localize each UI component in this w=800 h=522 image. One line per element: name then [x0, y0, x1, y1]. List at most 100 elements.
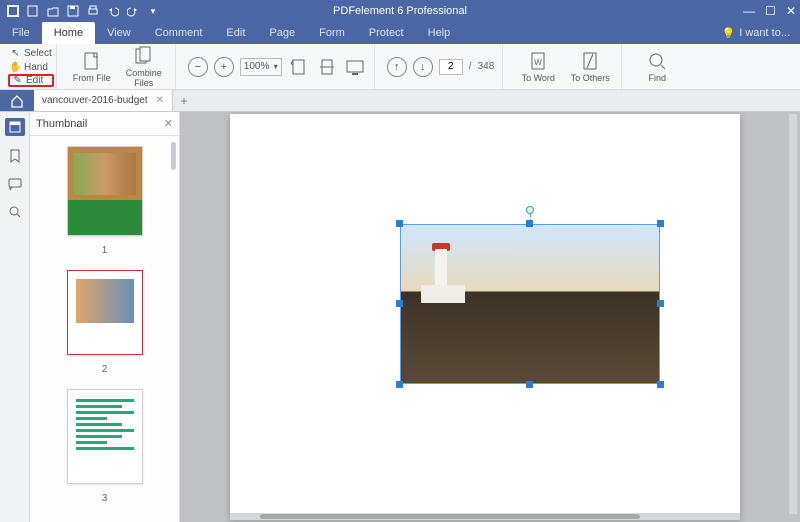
- hand-mode[interactable]: ✋Hand: [10, 61, 52, 74]
- to-word-label: To Word: [522, 73, 555, 83]
- thumbnails-rail-icon[interactable]: [5, 118, 25, 136]
- from-file-button[interactable]: From File: [69, 44, 115, 89]
- vertical-scrollbar[interactable]: [789, 114, 797, 514]
- canvas[interactable]: [180, 112, 800, 522]
- zoom-value: 100%: [244, 61, 270, 72]
- rotate-handle[interactable]: [526, 206, 534, 214]
- prev-page-button[interactable]: ↑: [387, 57, 407, 77]
- i-want-to[interactable]: 💡 I want to...: [712, 27, 800, 40]
- thumbnail-page-2[interactable]: [67, 270, 143, 355]
- h-scroll-thumb[interactable]: [260, 514, 640, 519]
- add-tab-button[interactable]: +: [173, 90, 195, 111]
- menu-help[interactable]: Help: [416, 22, 463, 44]
- next-page-button[interactable]: ↓: [413, 57, 433, 77]
- maximize-button[interactable]: ☐: [765, 4, 776, 18]
- save-icon[interactable]: [66, 4, 80, 18]
- to-others-label: To Others: [571, 73, 610, 83]
- minimize-button[interactable]: —: [743, 4, 755, 18]
- resize-handle-b[interactable]: [526, 381, 533, 388]
- menu-home[interactable]: Home: [42, 22, 95, 44]
- combine-files-button[interactable]: Combine Files: [121, 44, 167, 89]
- page-view[interactable]: [230, 114, 740, 519]
- page-number-input[interactable]: [439, 59, 463, 75]
- combine-label: Combine Files: [126, 68, 162, 88]
- i-want-to-label: I want to...: [739, 27, 790, 39]
- select-label: Select: [24, 48, 52, 59]
- menu-edit[interactable]: Edit: [214, 22, 257, 44]
- app-title: PDFelement 6 Professional: [333, 5, 467, 17]
- svg-text:W: W: [534, 58, 542, 67]
- from-file-icon: [82, 51, 102, 71]
- doc-tab-bar: vancouver-2016-budget ✕ +: [0, 90, 800, 112]
- zoom-out-button[interactable]: −: [188, 57, 208, 77]
- app-logo-icon: [6, 4, 20, 18]
- chevron-down-icon: ▾: [274, 62, 278, 71]
- resize-handle-t[interactable]: [526, 220, 533, 227]
- home-tab[interactable]: [0, 90, 34, 111]
- bookmarks-rail-icon[interactable]: [7, 148, 23, 164]
- main-area: Thumbnail ✕ 1 2 3: [0, 112, 800, 522]
- bulb-icon: 💡: [722, 27, 736, 40]
- cursor-icon: ↖: [10, 48, 21, 59]
- thumbnail-page-3[interactable]: [67, 389, 143, 484]
- thumbnail-panel-title: Thumbnail: [36, 118, 87, 130]
- to-others-button[interactable]: To Others: [567, 44, 613, 89]
- horizontal-scrollbar[interactable]: [230, 513, 740, 520]
- select-mode[interactable]: ↖Select: [10, 47, 52, 60]
- menu-page[interactable]: Page: [257, 22, 307, 44]
- close-panel-icon[interactable]: ✕: [164, 117, 173, 130]
- to-word-button[interactable]: W To Word: [515, 44, 561, 89]
- thumbnail-panel-header: Thumbnail ✕: [30, 112, 179, 136]
- combine-icon: [134, 46, 154, 66]
- hand-label: Hand: [24, 62, 48, 73]
- zoom-in-button[interactable]: +: [214, 57, 234, 77]
- resize-handle-r[interactable]: [657, 300, 664, 307]
- ribbon-zoom-group: − + 100% ▾: [180, 44, 375, 89]
- resize-handle-tl[interactable]: [396, 220, 403, 227]
- selected-image[interactable]: [400, 224, 660, 384]
- resize-handle-l[interactable]: [396, 300, 403, 307]
- fit-screen-button[interactable]: [344, 56, 366, 78]
- comments-rail-icon[interactable]: [7, 176, 23, 192]
- thumbnail-panel: Thumbnail ✕ 1 2 3: [30, 112, 180, 522]
- print-icon[interactable]: [86, 4, 100, 18]
- resize-handle-bl[interactable]: [396, 381, 403, 388]
- title-bar: ▾ PDFelement 6 Professional — ☐ ✕: [0, 0, 800, 22]
- page-total: 348: [478, 61, 495, 72]
- doc-tab-label: vancouver-2016-budget: [42, 95, 148, 106]
- menu-comment[interactable]: Comment: [143, 22, 215, 44]
- menu-bar: File Home View Comment Edit Page Form Pr…: [0, 22, 800, 44]
- thumb-num-2: 2: [102, 364, 108, 375]
- image-content: [400, 224, 660, 384]
- resize-handle-tr[interactable]: [657, 220, 664, 227]
- open-icon[interactable]: [46, 4, 60, 18]
- fit-page-button[interactable]: [288, 56, 310, 78]
- hand-icon: ✋: [10, 62, 21, 73]
- edit-mode[interactable]: ✎Edit: [8, 74, 54, 87]
- menu-form[interactable]: Form: [307, 22, 357, 44]
- close-tab-icon[interactable]: ✕: [156, 95, 164, 106]
- thumb-num-3: 3: [102, 493, 108, 504]
- find-label: Find: [649, 73, 667, 83]
- zoom-level[interactable]: 100% ▾: [240, 58, 282, 76]
- search-rail-icon[interactable]: [7, 204, 23, 220]
- close-button[interactable]: ✕: [786, 4, 796, 18]
- thumbnail-list[interactable]: 1 2 3: [30, 136, 179, 522]
- undo-icon[interactable]: [106, 4, 120, 18]
- ribbon-convert-group: W To Word To Others: [507, 44, 622, 89]
- menu-file[interactable]: File: [0, 22, 42, 44]
- menu-protect[interactable]: Protect: [357, 22, 416, 44]
- thumbnail-page-1[interactable]: [67, 146, 143, 236]
- new-icon[interactable]: [26, 4, 40, 18]
- find-button[interactable]: Find: [634, 51, 680, 83]
- qat-dropdown-icon[interactable]: ▾: [146, 4, 160, 18]
- menu-view[interactable]: View: [95, 22, 143, 44]
- resize-handle-br[interactable]: [657, 381, 664, 388]
- fit-width-button[interactable]: [316, 56, 338, 78]
- ribbon-find-group: Find: [626, 44, 688, 89]
- redo-icon[interactable]: [126, 4, 140, 18]
- from-file-label: From File: [73, 73, 111, 83]
- doc-tab[interactable]: vancouver-2016-budget ✕: [34, 90, 173, 111]
- page-sep: /: [469, 61, 472, 72]
- scrollbar-thumb[interactable]: [171, 142, 176, 170]
